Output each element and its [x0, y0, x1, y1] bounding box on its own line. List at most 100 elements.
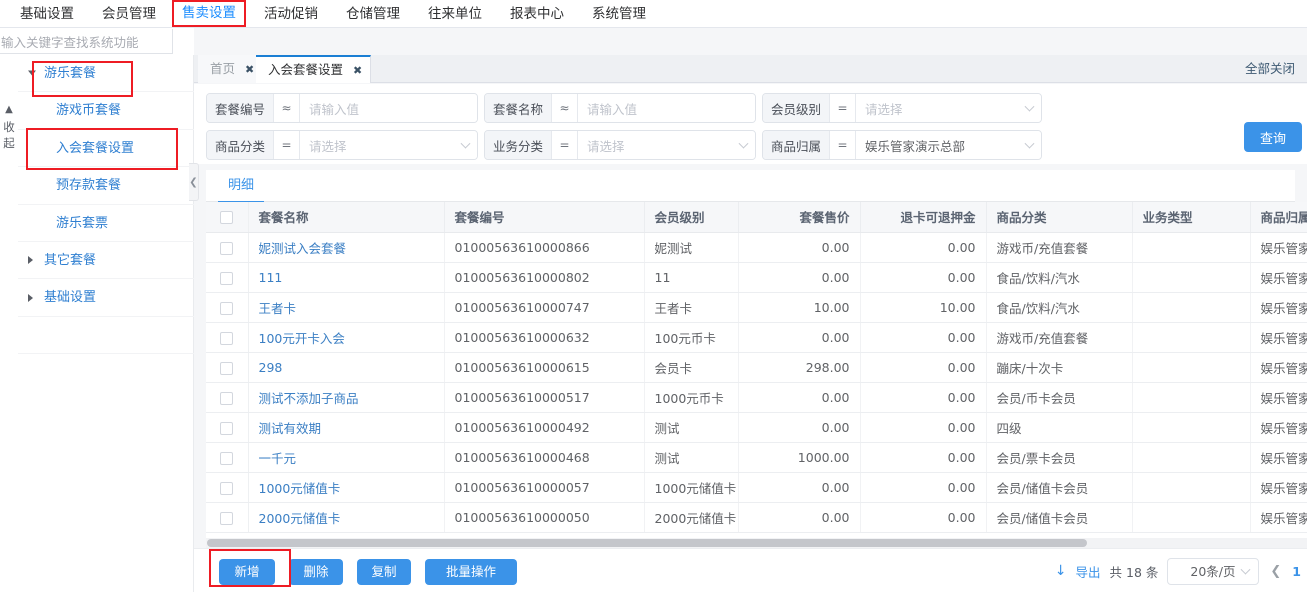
sidebar-item-3[interactable]: 预存款套餐 — [18, 167, 194, 205]
row-checkbox[interactable] — [220, 361, 234, 375]
col-yewu-leixing[interactable]: 业务类型 — [1132, 202, 1251, 233]
cell-name[interactable]: 100元开卡入会 — [248, 322, 445, 353]
filter-input[interactable]: 请输入值 — [300, 94, 477, 122]
row-checkbox[interactable] — [220, 301, 234, 315]
table-row[interactable]: 妮测试入会套餐 01000563610000866 妮测试 0.00 0.00 … — [206, 232, 1307, 263]
row-checkbox[interactable] — [220, 421, 234, 435]
select-all-checkbox[interactable] — [220, 211, 234, 225]
close-all-tabs-button[interactable]: 全部关闭 — [1245, 55, 1295, 83]
nav-item-6[interactable]: 报表中心 — [500, 1, 574, 27]
filter-input[interactable]: 请输入值 — [578, 94, 755, 122]
col-huiyuan-jibie[interactable]: 会员级别 — [644, 202, 739, 233]
scrollbar-thumb[interactable] — [207, 539, 1087, 547]
row-select-cell[interactable] — [206, 292, 249, 323]
filter-taocan-mingcheng[interactable]: 套餐名称 ≈ 请输入值 — [484, 93, 756, 123]
sidebar-collapse-toggle[interactable]: ▲ 收 起 — [0, 103, 18, 152]
nav-item-1[interactable]: 会员管理 — [92, 1, 166, 27]
table-row[interactable]: 王者卡 01000563610000747 王者卡 10.00 10.00 食品… — [206, 292, 1307, 323]
filter-taocan-bianhao[interactable]: 套餐编号 ≈ 请输入值 — [206, 93, 478, 123]
menu-search-input[interactable]: 输入关键字查找系统功能 — [0, 29, 173, 54]
row-select-cell[interactable] — [206, 442, 249, 473]
filter-shangpin-fenlei[interactable]: 商品分类 = 请选择 — [206, 130, 478, 160]
table-row[interactable]: 111 01000563610000802 11 0.00 0.00 食品/饮料… — [206, 262, 1307, 293]
filter-select[interactable]: 请选择 — [300, 131, 477, 159]
col-taocan-shoujia[interactable]: 套餐售价 — [738, 202, 861, 233]
tab-home[interactable]: 首页 ✖ — [198, 55, 264, 83]
col-shangpin-guishu[interactable]: 商品归属 — [1250, 202, 1307, 233]
row-checkbox[interactable] — [220, 481, 234, 495]
nav-item-5[interactable]: 往来单位 — [418, 1, 492, 27]
table-row[interactable]: 298 01000563610000615 会员卡 298.00 0.00 蹦床… — [206, 352, 1307, 383]
col-tuika-yajin[interactable]: 退卡可退押金 — [860, 202, 987, 233]
add-button[interactable]: 新增 — [219, 559, 275, 585]
cell-name[interactable]: 298 — [248, 352, 445, 383]
table-row[interactable]: 一千元 01000563610000468 测试 1000.00 0.00 会员… — [206, 442, 1307, 473]
row-select-cell[interactable] — [206, 262, 249, 293]
sidebar-item-5[interactable]: 其它套餐 — [18, 242, 194, 280]
filter-select[interactable]: 娱乐管家演示总部 — [856, 131, 1041, 159]
cell-name[interactable]: 2000元储值卡 — [248, 502, 445, 533]
row-checkbox[interactable] — [220, 331, 234, 345]
filter-operator[interactable]: = — [830, 131, 857, 159]
sidebar-item-0[interactable]: 游乐套餐 — [18, 55, 194, 93]
row-checkbox[interactable] — [220, 391, 234, 405]
prev-page-button[interactable]: ❮ — [1268, 564, 1283, 579]
table-row[interactable]: 测试有效期 01000563610000492 测试 0.00 0.00 四级 … — [206, 412, 1307, 443]
table-row[interactable]: 2000元储值卡 01000563610000050 2000元储值卡 0.00… — [206, 502, 1307, 533]
batch-operation-button[interactable]: 批量操作 ▼ — [425, 559, 517, 585]
row-checkbox[interactable] — [220, 511, 234, 525]
row-select-cell[interactable] — [206, 472, 249, 503]
panel-collapse-handle[interactable]: ❮ — [189, 163, 199, 201]
filter-operator[interactable]: ≈ — [274, 94, 301, 122]
close-icon[interactable]: ✖ — [353, 64, 362, 77]
cell-name[interactable]: 测试有效期 — [248, 412, 445, 443]
cell-name[interactable]: 妮测试入会套餐 — [248, 232, 445, 263]
table-row[interactable]: 100元开卡入会 01000563610000632 100元币卡 0.00 0… — [206, 322, 1307, 353]
table-row[interactable]: 测试不添加子商品 01000563610000517 1000元币卡 0.00 … — [206, 382, 1307, 413]
cell-name[interactable]: 1000元储值卡 — [248, 472, 445, 503]
sidebar-item-4[interactable]: 游乐套票 — [18, 205, 194, 242]
sidebar-item-2[interactable]: 入会套餐设置 — [18, 130, 194, 168]
sidebar-item-6[interactable]: 基础设置 — [18, 279, 194, 317]
row-select-cell[interactable] — [206, 412, 249, 443]
cell-name[interactable]: 111 — [248, 262, 445, 293]
export-button[interactable]: 导出 — [1076, 562, 1101, 581]
row-checkbox[interactable] — [220, 451, 234, 465]
col-taocan-bianhao[interactable]: 套餐编号 — [444, 202, 645, 233]
nav-item-7[interactable]: 系统管理 — [582, 1, 656, 27]
filter-shangpin-guishu[interactable]: 商品归属 = 娱乐管家演示总部 — [762, 130, 1042, 160]
cell-name[interactable]: 一千元 — [248, 442, 445, 473]
select-all-header[interactable] — [206, 202, 249, 233]
row-select-cell[interactable] — [206, 232, 249, 263]
filter-yewu-fenlei[interactable]: 业务分类 = 请选择 — [484, 130, 756, 160]
row-checkbox[interactable] — [220, 271, 234, 285]
row-select-cell[interactable] — [206, 322, 249, 353]
tab-mingxi[interactable]: 明细 — [218, 170, 265, 203]
cell-name[interactable]: 王者卡 — [248, 292, 445, 323]
table-horizontal-scrollbar[interactable] — [206, 538, 1307, 548]
filter-select[interactable]: 请选择 — [856, 94, 1041, 122]
filter-operator[interactable]: = — [552, 131, 579, 159]
table-row[interactable]: 1000元储值卡 01000563610000057 1000元储值卡 0.00… — [206, 472, 1307, 503]
filter-select[interactable]: 请选择 — [578, 131, 755, 159]
tab-ruhui-taocan-shezhi[interactable]: 入会套餐设置 ✖ — [256, 55, 372, 83]
nav-item-2[interactable]: 售卖设置 — [172, 0, 246, 27]
copy-button[interactable]: 复制 — [357, 559, 411, 585]
filter-operator[interactable]: = — [274, 131, 301, 159]
nav-item-3[interactable]: 活动促销 — [254, 1, 328, 27]
row-checkbox[interactable] — [220, 241, 234, 255]
col-shangpin-fenlei[interactable]: 商品分类 — [986, 202, 1133, 233]
filter-huiyuan-jibie[interactable]: 会员级别 = 请选择 — [762, 93, 1042, 123]
filter-operator[interactable]: ≈ — [552, 94, 579, 122]
filter-operator[interactable]: = — [830, 94, 857, 122]
col-taocan-mingcheng[interactable]: 套餐名称 — [248, 202, 445, 233]
sidebar-item-1[interactable]: 游戏币套餐 — [18, 92, 194, 130]
download-icon[interactable]: ↓ — [1055, 563, 1067, 579]
page-number-1[interactable]: 1 — [1292, 564, 1301, 579]
row-select-cell[interactable] — [206, 382, 249, 413]
nav-item-0[interactable]: 基础设置 — [10, 1, 84, 27]
nav-item-4[interactable]: 仓储管理 — [336, 1, 410, 27]
cell-name[interactable]: 测试不添加子商品 — [248, 382, 445, 413]
row-select-cell[interactable] — [206, 352, 249, 383]
page-size-select[interactable]: 20条/页 — [1167, 557, 1260, 585]
